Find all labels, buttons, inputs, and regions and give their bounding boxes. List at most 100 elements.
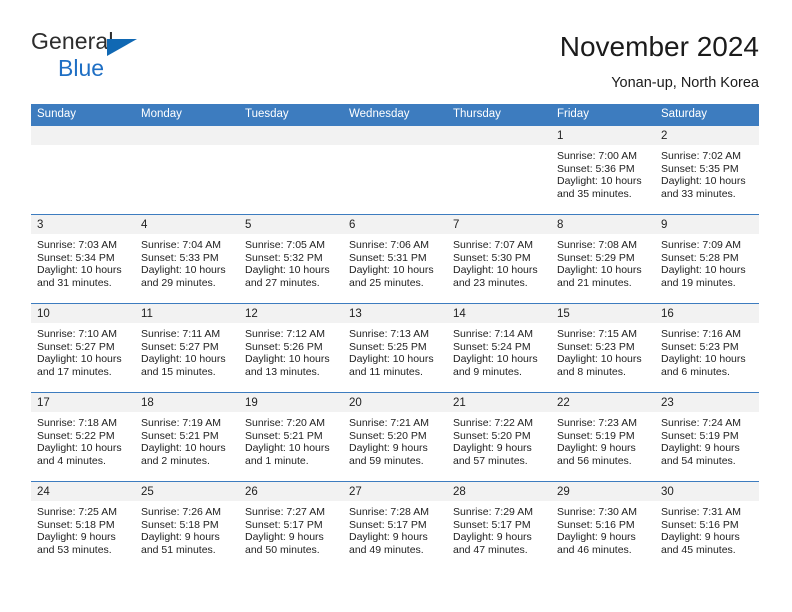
- daylight-line-1: Daylight: 9 hours: [141, 531, 220, 544]
- sunset-line: Sunset: 5:33 PM: [141, 251, 219, 264]
- day-cell[interactable]: 16 Sunrise: 7:16 AM Sunset: 5:23 PM Dayl…: [655, 304, 759, 392]
- daylight-line-1: Daylight: 9 hours: [245, 531, 324, 544]
- weekday-header-monday: Monday: [141, 108, 182, 120]
- day-number-band: [239, 126, 343, 145]
- sunset-line: Sunset: 5:23 PM: [661, 340, 739, 353]
- day-cell[interactable]: 12 Sunrise: 7:12 AM Sunset: 5:26 PM Dayl…: [239, 304, 343, 392]
- daylight-line-1: Daylight: 9 hours: [37, 531, 116, 544]
- day-number: 22: [557, 397, 570, 409]
- daylight-line-1: Daylight: 9 hours: [453, 442, 532, 455]
- day-cell[interactable]: 17 Sunrise: 7:18 AM Sunset: 5:22 PM Dayl…: [31, 393, 135, 481]
- day-cell[interactable]: 21 Sunrise: 7:22 AM Sunset: 5:20 PM Dayl…: [447, 393, 551, 481]
- day-number: 26: [245, 486, 258, 498]
- day-cell[interactable]: 18 Sunrise: 7:19 AM Sunset: 5:21 PM Dayl…: [135, 393, 239, 481]
- sunset-line: Sunset: 5:21 PM: [245, 429, 323, 442]
- day-details: Sunrise: 7:19 AM Sunset: 5:21 PM Dayligh…: [135, 412, 239, 467]
- daylight-line-1: Daylight: 10 hours: [37, 353, 122, 366]
- daylight-line-1: Daylight: 10 hours: [349, 264, 434, 277]
- day-number: 11: [141, 308, 153, 320]
- weekday-header-wednesday: Wednesday: [349, 108, 410, 120]
- day-cell[interactable]: 3 Sunrise: 7:03 AM Sunset: 5:34 PM Dayli…: [31, 215, 135, 303]
- day-cell[interactable]: 5 Sunrise: 7:05 AM Sunset: 5:32 PM Dayli…: [239, 215, 343, 303]
- day-cell[interactable]: 25 Sunrise: 7:26 AM Sunset: 5:18 PM Dayl…: [135, 482, 239, 570]
- daylight-line-1: Daylight: 10 hours: [141, 264, 226, 277]
- daylight-line-2: and 47 minutes.: [453, 543, 528, 556]
- day-number: 4: [141, 219, 148, 231]
- day-cell[interactable]: 28 Sunrise: 7:29 AM Sunset: 5:17 PM Dayl…: [447, 482, 551, 570]
- day-number: 7: [453, 219, 460, 231]
- day-details: [239, 145, 343, 150]
- day-number-band: 26: [239, 482, 343, 501]
- sunset-line: Sunset: 5:18 PM: [37, 518, 115, 531]
- day-cell[interactable]: 23 Sunrise: 7:24 AM Sunset: 5:19 PM Dayl…: [655, 393, 759, 481]
- day-cell[interactable]: 4 Sunrise: 7:04 AM Sunset: 5:33 PM Dayli…: [135, 215, 239, 303]
- day-cell[interactable]: 8 Sunrise: 7:08 AM Sunset: 5:29 PM Dayli…: [551, 215, 655, 303]
- day-details: Sunrise: 7:15 AM Sunset: 5:23 PM Dayligh…: [551, 323, 655, 378]
- day-cell[interactable]: 13 Sunrise: 7:13 AM Sunset: 5:25 PM Dayl…: [343, 304, 447, 392]
- page-subtitle: Yonan-up, North Korea: [611, 75, 759, 91]
- day-cell[interactable]: 7 Sunrise: 7:07 AM Sunset: 5:30 PM Dayli…: [447, 215, 551, 303]
- day-cell[interactable]: 20 Sunrise: 7:21 AM Sunset: 5:20 PM Dayl…: [343, 393, 447, 481]
- daylight-line-1: Daylight: 10 hours: [557, 175, 642, 188]
- daylight-line-1: Daylight: 10 hours: [245, 264, 330, 277]
- day-number-band: 11: [135, 304, 239, 323]
- day-cell[interactable]: 6 Sunrise: 7:06 AM Sunset: 5:31 PM Dayli…: [343, 215, 447, 303]
- sunset-line: Sunset: 5:36 PM: [557, 162, 635, 175]
- sunset-line: Sunset: 5:25 PM: [349, 340, 427, 353]
- day-cell[interactable]: 9 Sunrise: 7:09 AM Sunset: 5:28 PM Dayli…: [655, 215, 759, 303]
- day-details: Sunrise: 7:28 AM Sunset: 5:17 PM Dayligh…: [343, 501, 447, 556]
- sunset-line: Sunset: 5:24 PM: [453, 340, 531, 353]
- day-number-band: 25: [135, 482, 239, 501]
- daylight-line-2: and 51 minutes.: [141, 543, 216, 556]
- day-cell[interactable]: 10 Sunrise: 7:10 AM Sunset: 5:27 PM Dayl…: [31, 304, 135, 392]
- day-cell[interactable]: 11 Sunrise: 7:11 AM Sunset: 5:27 PM Dayl…: [135, 304, 239, 392]
- day-details: Sunrise: 7:04 AM Sunset: 5:33 PM Dayligh…: [135, 234, 239, 289]
- daylight-line-1: Daylight: 10 hours: [37, 442, 122, 455]
- sunrise-line: Sunrise: 7:00 AM: [557, 150, 637, 162]
- day-cell[interactable]: 2 Sunrise: 7:02 AM Sunset: 5:35 PM Dayli…: [655, 126, 759, 214]
- day-cell[interactable]: 29 Sunrise: 7:30 AM Sunset: 5:16 PM Dayl…: [551, 482, 655, 570]
- day-details: Sunrise: 7:30 AM Sunset: 5:16 PM Dayligh…: [551, 501, 655, 556]
- daylight-line-2: and 49 minutes.: [349, 543, 424, 556]
- sunrise-line: Sunrise: 7:23 AM: [557, 417, 637, 429]
- day-number: 17: [37, 397, 50, 409]
- daylight-line-1: Daylight: 9 hours: [557, 442, 636, 455]
- day-number: 14: [453, 308, 466, 320]
- sunrise-line: Sunrise: 7:24 AM: [661, 417, 741, 429]
- day-cell[interactable]: 1 Sunrise: 7:00 AM Sunset: 5:36 PM Dayli…: [551, 126, 655, 214]
- day-cell[interactable]: 27 Sunrise: 7:28 AM Sunset: 5:17 PM Dayl…: [343, 482, 447, 570]
- day-cell[interactable]: 14 Sunrise: 7:14 AM Sunset: 5:24 PM Dayl…: [447, 304, 551, 392]
- daylight-line-2: and 8 minutes.: [557, 365, 626, 378]
- sunrise-line: Sunrise: 7:05 AM: [245, 239, 325, 251]
- day-number: 20: [349, 397, 362, 409]
- general-blue-logo[interactable]: General Blue: [31, 30, 151, 86]
- sunrise-line: Sunrise: 7:25 AM: [37, 506, 117, 518]
- day-number: 18: [141, 397, 154, 409]
- day-cell[interactable]: 19 Sunrise: 7:20 AM Sunset: 5:21 PM Dayl…: [239, 393, 343, 481]
- calendar-page: General Blue November 2024 Yonan-up, Nor…: [0, 0, 792, 612]
- daylight-line-1: Daylight: 9 hours: [661, 442, 740, 455]
- day-details: Sunrise: 7:00 AM Sunset: 5:36 PM Dayligh…: [551, 145, 655, 200]
- weekday-header-thursday: Thursday: [453, 108, 501, 120]
- sunset-line: Sunset: 5:31 PM: [349, 251, 427, 264]
- daylight-line-2: and 23 minutes.: [453, 276, 528, 289]
- logo-text-blue: Blue: [58, 55, 105, 81]
- day-cell[interactable]: 15 Sunrise: 7:15 AM Sunset: 5:23 PM Dayl…: [551, 304, 655, 392]
- sunrise-line: Sunrise: 7:30 AM: [557, 506, 637, 518]
- day-details: [135, 145, 239, 150]
- daylight-line-2: and 17 minutes.: [37, 365, 112, 378]
- sunset-line: Sunset: 5:27 PM: [141, 340, 219, 353]
- day-number-band: 15: [551, 304, 655, 323]
- day-cell[interactable]: 26 Sunrise: 7:27 AM Sunset: 5:17 PM Dayl…: [239, 482, 343, 570]
- day-details: Sunrise: 7:12 AM Sunset: 5:26 PM Dayligh…: [239, 323, 343, 378]
- daylight-line-2: and 45 minutes.: [661, 543, 736, 556]
- week-row: 10 Sunrise: 7:10 AM Sunset: 5:27 PM Dayl…: [31, 303, 759, 392]
- day-details: Sunrise: 7:05 AM Sunset: 5:32 PM Dayligh…: [239, 234, 343, 289]
- daylight-line-1: Daylight: 10 hours: [141, 353, 226, 366]
- day-cell: [343, 126, 447, 214]
- sunset-line: Sunset: 5:21 PM: [141, 429, 219, 442]
- day-cell[interactable]: 22 Sunrise: 7:23 AM Sunset: 5:19 PM Dayl…: [551, 393, 655, 481]
- daylight-line-2: and 46 minutes.: [557, 543, 632, 556]
- day-cell[interactable]: 30 Sunrise: 7:31 AM Sunset: 5:16 PM Dayl…: [655, 482, 759, 570]
- day-cell[interactable]: 24 Sunrise: 7:25 AM Sunset: 5:18 PM Dayl…: [31, 482, 135, 570]
